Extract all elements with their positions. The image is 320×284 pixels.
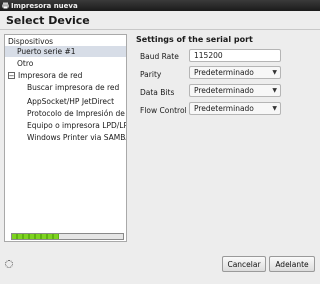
search-progress-bar <box>11 233 124 240</box>
device-item-lpd-lpr[interactable]: Equipo o impresora LPD/LPR <box>5 120 126 131</box>
progress-fill <box>12 234 59 239</box>
chevron-down-icon: ▼ <box>272 87 277 94</box>
page-title: Select Device <box>6 14 90 27</box>
serial-settings-title: Settings of the serial port <box>136 35 253 44</box>
baud-rate-label: Baud Rate <box>140 52 179 61</box>
parity-value: Predeterminado <box>194 68 254 77</box>
cancel-button[interactable]: Cancelar <box>222 256 266 272</box>
device-item-serial-port[interactable]: Puerto serie #1 <box>5 46 126 57</box>
device-item-other[interactable]: Otro <box>5 58 126 69</box>
device-item-appsocket[interactable]: AppSocket/HP JetDirect <box>5 96 126 107</box>
data-bits-label: Data Bits <box>140 88 175 97</box>
window-title: Impresora nueva <box>11 1 78 10</box>
baud-rate-input[interactable]: 115200 <box>189 49 281 62</box>
printer-icon <box>2 2 9 9</box>
flow-control-select[interactable]: Predeterminado ▼ <box>189 102 281 115</box>
spinner-icon <box>5 260 13 268</box>
chevron-down-icon: ▼ <box>272 69 277 76</box>
flow-control-value: Predeterminado <box>194 104 254 113</box>
parity-label: Parity <box>140 70 162 79</box>
chevron-down-icon: ▼ <box>272 105 277 112</box>
device-item-network-printer[interactable]: − Impresora de red <box>5 70 126 81</box>
device-item-ipp[interactable]: Protocolo de Impresión de Internet <box>5 108 126 119</box>
device-item-samba[interactable]: Windows Printer via SAMBA <box>5 132 126 143</box>
data-bits-value: Predeterminado <box>194 86 254 95</box>
header-divider <box>0 29 320 30</box>
collapse-icon[interactable]: − <box>8 72 15 79</box>
baud-rate-value: 115200 <box>194 51 223 60</box>
parity-select[interactable]: Predeterminado ▼ <box>189 66 281 79</box>
flow-control-label: Flow Control <box>140 106 187 115</box>
data-bits-select[interactable]: Predeterminado ▼ <box>189 84 281 97</box>
title-bar: Impresora nueva <box>0 0 320 11</box>
device-tree[interactable]: Dispositivos Puerto serie #1 Otro − Impr… <box>4 34 127 242</box>
forward-button[interactable]: Adelante <box>269 256 315 272</box>
device-item-find-network-printer[interactable]: Buscar impresora de red <box>5 82 126 93</box>
